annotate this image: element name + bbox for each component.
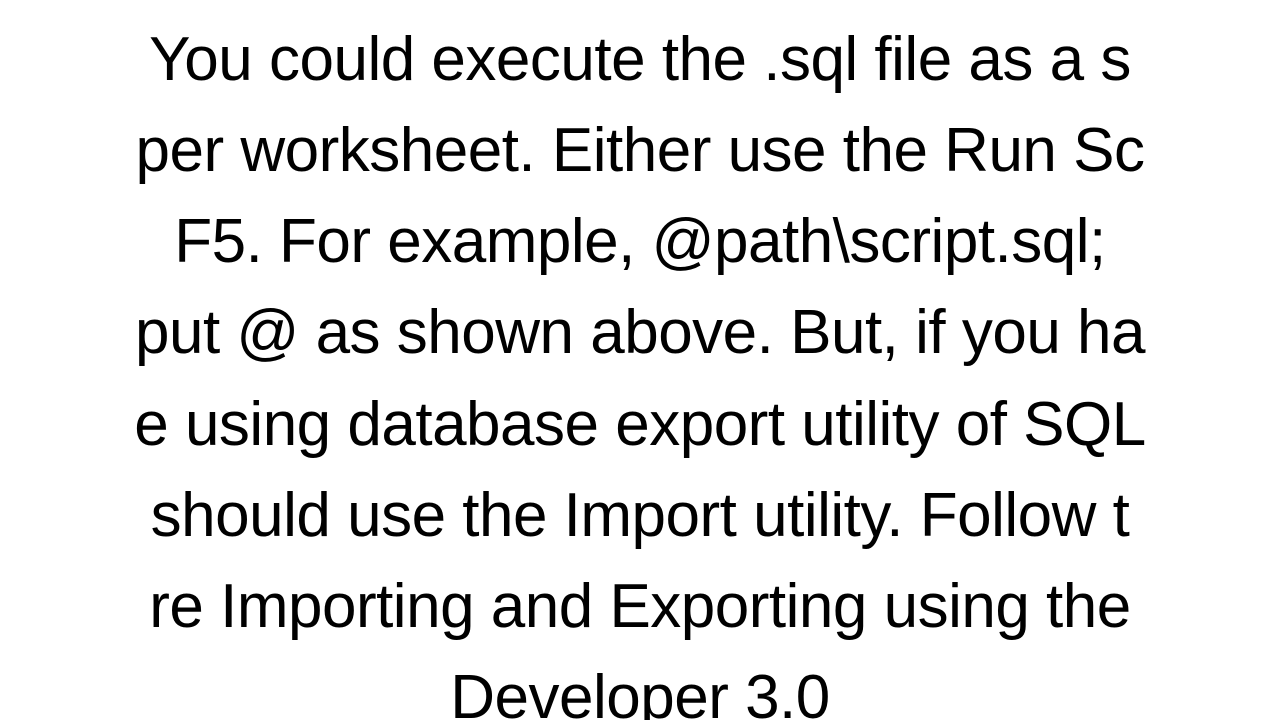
document-page: You could execute the .sql file as a s p… xyxy=(0,0,1280,720)
body-text: You could execute the .sql file as a s p… xyxy=(0,14,1280,720)
